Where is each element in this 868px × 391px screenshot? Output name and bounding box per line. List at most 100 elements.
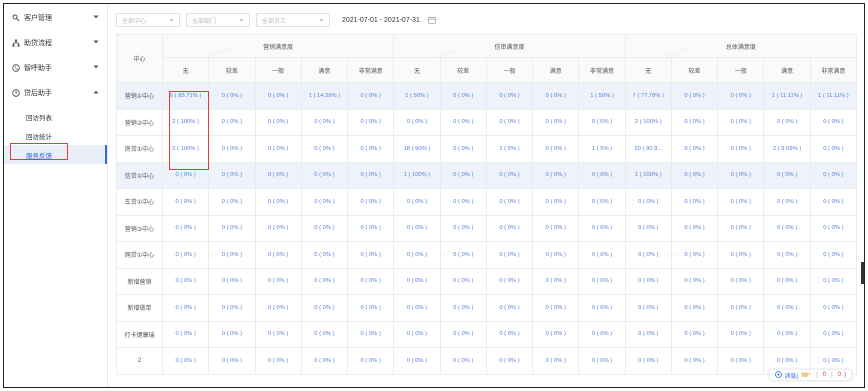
table-cell[interactable]: 0 ( 0% ) [670, 294, 719, 322]
table-cell[interactable]: 0 ( 0% ) [717, 347, 765, 375]
table-cell[interactable]: 0 ( 0% ) [485, 108, 534, 136]
table-cell[interactable]: 1 ( 50% ) [578, 82, 626, 110]
table-cell[interactable]: 0 ( 0% ) [624, 320, 672, 348]
table-cell[interactable]: 0 ( 0% ) [254, 188, 302, 216]
table-cell[interactable]: 0 ( 0% ) [208, 108, 256, 136]
table-cell[interactable]: 0 ( 0% ) [485, 267, 534, 295]
table-cell[interactable]: 0 ( 0% ) [208, 214, 256, 242]
table-cell[interactable]: 0 ( 0% ) [208, 294, 256, 322]
table-cell[interactable]: 0 ( 0% ) [161, 320, 210, 348]
table-cell[interactable]: 0 ( 0% ) [670, 347, 719, 375]
table-cell[interactable]: 2 ( 9.09% ) [763, 135, 811, 163]
table-cell[interactable]: 0 ( 0% ) [717, 241, 765, 269]
table-cell[interactable]: 0 ( 0% ) [624, 347, 672, 375]
date-range-picker[interactable]: 2021-07-01 - 2021-07-31 [336, 13, 436, 27]
table-cell[interactable]: 0 ( 0% ) [347, 241, 395, 269]
table-cell[interactable]: 0 ( 0% ) [300, 214, 349, 242]
table-cell[interactable]: 0 ( 0% ) [254, 267, 302, 295]
table-cell[interactable]: 0 ( 0% ) [300, 294, 349, 322]
table-cell[interactable]: 0 ( 0% ) [439, 320, 487, 348]
table-cell[interactable]: 0 ( 0% ) [485, 320, 534, 348]
table-cell[interactable]: 0 ( 0% ) [532, 320, 580, 348]
table-cell[interactable]: 0 ( 0% ) [670, 161, 719, 189]
table-cell[interactable]: 0 ( 0% ) [347, 267, 395, 295]
table-cell[interactable]: 0 ( 0% ) [809, 241, 857, 269]
table-cell[interactable]: 0 ( 0% ) [763, 241, 811, 269]
table-cell[interactable]: 0 ( 0% ) [300, 267, 349, 295]
table-cell[interactable]: 0 ( 0% ) [347, 82, 395, 110]
table-cell[interactable]: 0 ( 0% ) [393, 267, 441, 295]
table-cell[interactable]: 0 ( 0% ) [208, 161, 256, 189]
table-cell[interactable]: 0 ( 0% ) [670, 108, 719, 136]
table-cell[interactable]: 0 ( 0% ) [439, 347, 487, 375]
table-cell[interactable]: 0 ( 0% ) [208, 188, 256, 216]
table-cell[interactable]: 0 ( 0% ) [809, 108, 857, 136]
table-cell[interactable]: 0 ( 0% ) [300, 320, 349, 348]
table-cell[interactable]: 0 ( 0% ) [254, 241, 302, 269]
table-cell[interactable]: 1 ( 5% ) [485, 135, 534, 163]
table-cell[interactable]: 0 ( 0% ) [624, 267, 672, 295]
table-cell[interactable]: 1 ( 14.29% ) [300, 82, 349, 110]
table-cell[interactable]: 0 ( 0% ) [208, 135, 256, 163]
table-cell[interactable]: 0 ( 0% ) [809, 294, 857, 322]
table-cell[interactable]: 0 ( 0% ) [300, 241, 349, 269]
table-cell[interactable]: 0 ( 0% ) [717, 108, 765, 136]
table-cell[interactable]: 0 ( 0% ) [532, 267, 580, 295]
sidebar-item-smart-call[interactable]: 智呼助手 [4, 55, 107, 80]
table-cell[interactable]: 0 ( 0% ) [532, 108, 580, 136]
table-cell[interactable]: 0 ( 0% ) [254, 161, 302, 189]
table-cell[interactable]: 0 ( 0% ) [393, 294, 441, 322]
table-cell[interactable]: 0 ( 0% ) [809, 161, 857, 189]
table-cell[interactable]: 0 ( 0% ) [717, 82, 765, 110]
table-cell[interactable]: 0 ( 0% ) [763, 188, 811, 216]
table-cell[interactable]: 0 ( 0% ) [624, 294, 672, 322]
table-cell[interactable]: 0 ( 0% ) [763, 320, 811, 348]
table-cell[interactable]: 0 ( 0% ) [578, 241, 626, 269]
table-cell[interactable]: 0 ( 0% ) [393, 108, 441, 136]
table-cell[interactable]: 0 ( 0% ) [717, 294, 765, 322]
table-cell[interactable]: 0 ( 0% ) [347, 294, 395, 322]
table-cell[interactable]: 0 ( 0% ) [254, 82, 302, 110]
table-cell[interactable]: 2 ( 100% ) [624, 108, 672, 136]
table-cell[interactable]: 0 ( 0% ) [439, 294, 487, 322]
table-cell[interactable]: 0 ( 0% ) [439, 188, 487, 216]
sidebar-item-loan-process[interactable]: 助贷流程 [4, 30, 107, 55]
table-cell[interactable]: 0 ( 0% ) [670, 241, 719, 269]
table-cell[interactable]: 0 ( 0% ) [254, 135, 302, 163]
table-cell[interactable]: 20 ( 90.9... [624, 135, 672, 163]
table-cell[interactable]: 0 ( 0% ) [439, 135, 487, 163]
table-cell[interactable]: 0 ( 0% ) [161, 214, 210, 242]
table-cell[interactable]: 0 ( 0% ) [208, 347, 256, 375]
table-cell[interactable]: 0 ( 0% ) [393, 241, 441, 269]
staff-select[interactable]: 全部员工 [256, 13, 330, 27]
table-cell[interactable]: 0 ( 0% ) [439, 267, 487, 295]
table-cell[interactable]: 0 ( 0% ) [161, 188, 210, 216]
table-cell[interactable]: 0 ( 0% ) [532, 241, 580, 269]
table-cell[interactable]: 0 ( 0% ) [347, 347, 395, 375]
table-cell[interactable]: 0 ( 0% ) [578, 214, 626, 242]
table-cell[interactable]: 0 ( 0% ) [717, 161, 765, 189]
table-cell[interactable]: 0 ( 0% ) [532, 347, 580, 375]
table-cell[interactable]: 0 ( 0% ) [717, 135, 765, 163]
table-cell[interactable]: 0 ( 0% ) [161, 267, 210, 295]
table-cell[interactable]: 7 ( 77.78% ) [624, 82, 672, 110]
table-cell[interactable]: 0 ( 0% ) [208, 320, 256, 348]
message-status-badge[interactable]: 消息( 99⁺ | 0 | 0 ) [769, 369, 852, 381]
table-cell[interactable]: 0 ( 0% ) [254, 347, 302, 375]
table-cell[interactable]: 0 ( 0% ) [393, 320, 441, 348]
table-cell[interactable]: 0 ( 0% ) [208, 267, 256, 295]
table-cell[interactable]: 1 ( 11.11% ) [809, 82, 857, 110]
table-cell[interactable]: 0 ( 0% ) [347, 108, 395, 136]
table-cell[interactable]: 0 ( 0% ) [717, 267, 765, 295]
table-cell[interactable]: 0 ( 0% ) [578, 320, 626, 348]
table-cell[interactable]: 0 ( 0% ) [393, 188, 441, 216]
side-drawer-handle[interactable] [861, 262, 864, 284]
table-cell[interactable]: 0 ( 0% ) [254, 320, 302, 348]
table-cell[interactable]: 0 ( 0% ) [532, 135, 580, 163]
table-cell[interactable]: 0 ( 0% ) [670, 267, 719, 295]
table-cell[interactable]: 1 ( 50% ) [393, 82, 441, 110]
table-cell[interactable]: 0 ( 0% ) [439, 241, 487, 269]
table-cell[interactable]: 0 ( 0% ) [670, 135, 719, 163]
table-cell[interactable]: 0 ( 0% ) [809, 267, 857, 295]
table-cell[interactable]: 0 ( 0% ) [532, 214, 580, 242]
